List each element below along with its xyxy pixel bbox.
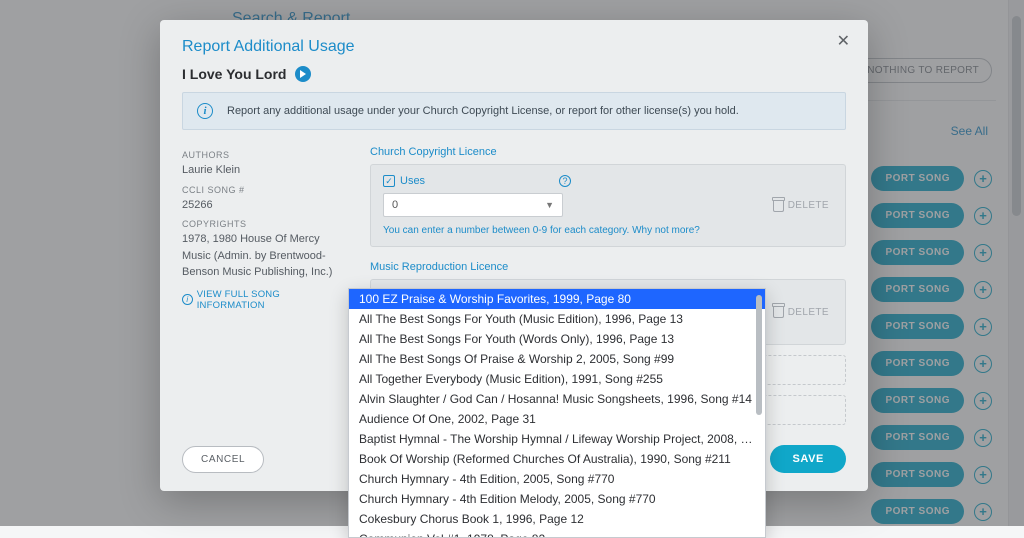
publication-option[interactable]: All The Best Songs For Youth (Music Edit…: [349, 309, 765, 329]
authors-value: Laurie Klein: [182, 162, 346, 179]
uses-checkbox[interactable]: ✓: [383, 175, 395, 187]
publication-option[interactable]: Alvin Slaughter / God Can / Hosanna! Mus…: [349, 389, 765, 409]
dropdown-scrollbar[interactable]: [755, 293, 763, 533]
trash-icon: [773, 200, 784, 212]
publication-option[interactable]: 100 EZ Praise & Worship Favorites, 1999,…: [349, 289, 765, 309]
delete-mrl-button[interactable]: DELETE: [767, 305, 835, 319]
info-banner: i Report any additional usage under your…: [182, 92, 846, 130]
ccli-label: CCLI SONG #: [182, 185, 346, 195]
publication-option[interactable]: Communion Vol #1, 1978, Page 82: [349, 529, 765, 538]
publication-dropdown: 100 EZ Praise & Worship Favorites, 1999,…: [348, 288, 766, 538]
publication-option[interactable]: Church Hymnary - 4th Edition Melody, 200…: [349, 489, 765, 509]
publication-option[interactable]: Church Hymnary - 4th Edition, 2005, Song…: [349, 469, 765, 489]
ccli-value: 25266: [182, 197, 346, 214]
close-icon[interactable]: ✕: [831, 30, 856, 52]
view-full-song-info-link[interactable]: i VIEW FULL SONG INFORMATION: [182, 289, 346, 311]
info-banner-text: Report any additional usage under your C…: [227, 105, 739, 117]
authors-label: AUTHORS: [182, 150, 346, 160]
copyrights-label: COPYRIGHTS: [182, 219, 346, 229]
publication-option[interactable]: All Together Everybody (Music Edition), …: [349, 369, 765, 389]
publication-option[interactable]: Book Of Worship (Reformed Churches Of Au…: [349, 449, 765, 469]
play-icon[interactable]: [295, 66, 311, 82]
mrl-section-label: Music Reproduction Licence: [370, 261, 846, 273]
save-button[interactable]: SAVE: [770, 445, 846, 473]
uses-hint: You can enter a number between 0-9 for e…: [383, 225, 833, 236]
info-icon: i: [197, 103, 213, 119]
chevron-down-icon: ▼: [545, 200, 554, 210]
ccl-panel: ✓ Uses ? 0 ▼ You can enter a number betw…: [370, 164, 846, 247]
info-icon: i: [182, 294, 193, 305]
publication-option[interactable]: All The Best Songs For Youth (Words Only…: [349, 329, 765, 349]
song-title: I Love You Lord: [182, 66, 287, 82]
publication-option[interactable]: Audience Of One, 2002, Page 31: [349, 409, 765, 429]
song-meta: AUTHORS Laurie Klein CCLI SONG # 25266 C…: [182, 144, 346, 425]
uses-label: Uses: [400, 175, 425, 187]
publication-option[interactable]: All The Best Songs Of Praise & Worship 2…: [349, 349, 765, 369]
publication-option[interactable]: Cokesbury Chorus Book 1, 1996, Page 12: [349, 509, 765, 529]
cancel-button[interactable]: CANCEL: [182, 446, 264, 473]
trash-icon: [773, 306, 784, 318]
why-not-more-link[interactable]: Why not more?: [632, 225, 700, 236]
ccl-section-label: Church Copyright Licence: [370, 146, 846, 158]
help-icon[interactable]: ?: [559, 175, 571, 187]
delete-ccl-button[interactable]: DELETE: [767, 199, 835, 213]
copyrights-value: 1978, 1980 House Of Mercy Music (Admin. …: [182, 231, 346, 281]
modal-title: Report Additional Usage: [182, 38, 846, 56]
uses-select[interactable]: 0 ▼: [383, 193, 563, 217]
publication-option[interactable]: Baptist Hymnal - The Worship Hymnal / Li…: [349, 429, 765, 449]
